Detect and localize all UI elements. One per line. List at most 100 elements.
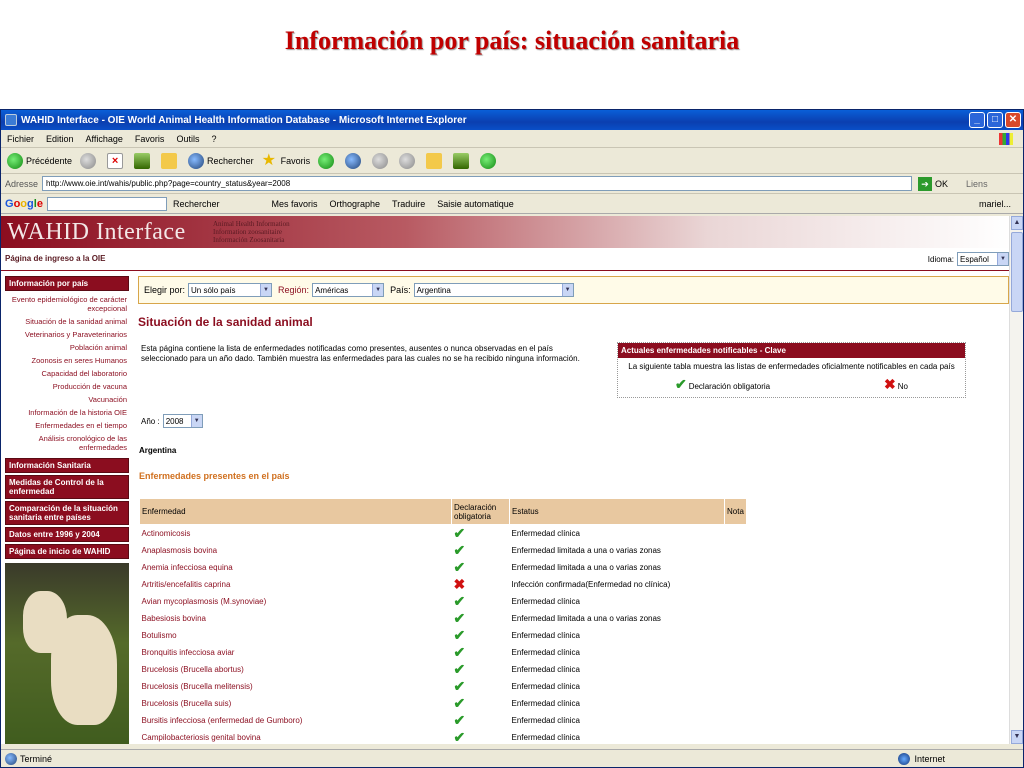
status-bar: Terminé Internet: [1, 749, 1023, 767]
disease-link[interactable]: Avian mycoplasmosis (M.synoviae): [140, 593, 452, 610]
note-cell: [725, 627, 747, 644]
sidebar-item-laboratory[interactable]: Capacidad del laboratorio: [5, 367, 129, 380]
go-label: OK: [935, 178, 949, 189]
minimize-button[interactable]: _: [969, 112, 985, 128]
translate-button[interactable]: Traduire: [392, 199, 425, 209]
menu-fichier[interactable]: Fichier: [7, 134, 34, 144]
country-select[interactable]: Argentina ▼: [413, 283, 574, 297]
print-button[interactable]: [372, 152, 391, 169]
region-select[interactable]: Américas ▼: [312, 283, 385, 297]
sidebar-section-wahid-home[interactable]: Página de inicio de WAHID: [5, 544, 129, 559]
disease-link[interactable]: Botulismo: [140, 627, 452, 644]
menu-edition[interactable]: Edition: [46, 134, 74, 144]
menu-favoris[interactable]: Favoris: [135, 134, 165, 144]
menu-outils[interactable]: Outils: [176, 134, 199, 144]
year-select[interactable]: 2008 ▼: [162, 414, 203, 428]
sidebar-item-population[interactable]: Población animal: [5, 341, 129, 354]
sidebar-item-veterinarians[interactable]: Veterinarios y Paraveterinarios: [5, 328, 129, 341]
close-button[interactable]: ✕: [1005, 112, 1021, 128]
links-button[interactable]: Liens: [966, 179, 988, 189]
sidebar-section-comparison[interactable]: Comparación de la situación sanitaria en…: [5, 501, 129, 525]
spellcheck-button[interactable]: Orthographe: [330, 199, 381, 209]
sidebar-section-health-info[interactable]: Información Sanitaria: [5, 458, 129, 473]
language-select[interactable]: Español ▼: [957, 252, 1009, 266]
key-yes: ✔ Declaración obligatoria: [675, 376, 770, 393]
scroll-down-icon[interactable]: ▼: [1011, 730, 1023, 744]
maximize-button[interactable]: □: [987, 112, 1003, 128]
menu-help[interactable]: ?: [211, 134, 216, 144]
research-button[interactable]: [453, 152, 472, 169]
cross-icon: ✖: [453, 576, 466, 592]
note-cell: [725, 695, 747, 712]
research-icon: [453, 152, 470, 169]
google-search-button[interactable]: Rechercher: [173, 199, 220, 209]
mandatory-cell: ✔: [452, 644, 510, 661]
disease-link[interactable]: Artritis/encefalitis caprina: [140, 576, 452, 593]
disease-link[interactable]: Bronquitis infecciosa aviar: [140, 644, 452, 661]
banner-sub-en: Animal Health Information: [213, 220, 290, 228]
sidebar-item-health-situation[interactable]: Situación de la sanidad animal: [5, 315, 129, 328]
mandatory-cell: ✔: [452, 729, 510, 744]
table-row: Babesiosis bovina ✔ Enfermedad limitada a …: [140, 610, 747, 627]
favorites-button[interactable]: ★ Favoris: [262, 152, 311, 169]
disease-link[interactable]: Brucelosis (Brucella abortus): [140, 661, 452, 678]
ie-icon: [5, 114, 17, 126]
note-cell: [725, 576, 747, 593]
title-bar[interactable]: WAHID Interface - OIE World Animal Healt…: [1, 110, 1023, 130]
google-search-input[interactable]: [46, 196, 167, 211]
folder-icon: [426, 152, 443, 169]
address-input[interactable]: http://www.oie.int/wahis/public.php?page…: [42, 176, 913, 191]
mail-button[interactable]: [345, 152, 364, 169]
toolbar: Précédente × Rechercher ★ Favoris: [1, 148, 1023, 174]
go-button[interactable]: ➔ OK: [918, 176, 949, 191]
sidebar-item-vaccine-production[interactable]: Producción de vacuna: [5, 380, 129, 393]
stop-button[interactable]: ×: [107, 152, 126, 169]
status-cell: Enfermedad limitada a una o varias zonas: [511, 563, 661, 572]
check-icon: ✔: [453, 542, 466, 558]
sidebar-item-diseases-time[interactable]: Enfermedades en el tiempo: [5, 419, 129, 432]
edit-button[interactable]: [399, 152, 418, 169]
window-title: WAHID Interface - OIE World Animal Healt…: [21, 114, 467, 126]
home-button[interactable]: [161, 152, 180, 169]
refresh-button[interactable]: [134, 152, 153, 169]
disease-link[interactable]: Bursitis infecciosa (enfermedad de Gumbo…: [140, 712, 452, 729]
back-button[interactable]: Précédente: [7, 152, 72, 169]
check-icon: ✔: [453, 559, 466, 575]
user-account[interactable]: mariel...: [979, 199, 1011, 209]
status-cell: Enfermedad clínica: [511, 716, 580, 725]
vertical-scrollbar[interactable]: ▲ ▼: [1009, 216, 1023, 744]
scroll-thumb[interactable]: [1011, 232, 1023, 312]
choose-select[interactable]: Un sólo país ▼: [188, 283, 273, 297]
sidebar-item-zoonosis[interactable]: Zoonosis en seres Humanos: [5, 354, 129, 367]
autofill-button[interactable]: Saisie automatique: [437, 199, 514, 209]
search-button[interactable]: Rechercher: [188, 152, 254, 169]
sidebar-section-control[interactable]: Medidas de Control de la enfermedad: [5, 475, 129, 499]
google-favorites-button[interactable]: Mes favoris: [271, 199, 317, 209]
print-icon: [372, 152, 389, 169]
disease-link[interactable]: Actinomicosis: [140, 525, 452, 543]
history-icon: [318, 152, 335, 169]
chevron-down-icon: ▼: [260, 284, 272, 296]
disease-link[interactable]: Brucelosis (Brucella suis): [140, 695, 452, 712]
history-button[interactable]: [318, 152, 337, 169]
sidebar-item-history[interactable]: Información de la historia OIE: [5, 406, 129, 419]
year-value: 2008: [165, 416, 184, 426]
disease-link[interactable]: Anaplasmosis bovina: [140, 542, 452, 559]
oie-home-link[interactable]: Página de ingreso a la OIE: [5, 254, 105, 263]
disease-link[interactable]: Brucelosis (Brucella melitensis): [140, 678, 452, 695]
sidebar-section-country[interactable]: Información por país: [5, 276, 129, 291]
sidebar-section-data-1996[interactable]: Datos entre 1996 y 2004: [5, 527, 129, 542]
sidebar-item-chronological[interactable]: Análisis cronológico de las enfermedades: [5, 432, 129, 454]
sidebar-item-vaccination[interactable]: Vacunación: [5, 393, 129, 406]
sidebar-item-exceptional-event[interactable]: Evento epidemiológico de carácter excepc…: [5, 293, 129, 315]
folder-button[interactable]: [426, 152, 445, 169]
menu-affichage[interactable]: Affichage: [86, 134, 123, 144]
page-intro: Esta página contiene la lista de enferme…: [141, 344, 580, 363]
forward-button[interactable]: [80, 152, 99, 169]
scroll-up-icon[interactable]: ▲: [1011, 216, 1023, 230]
disease-link[interactable]: Anemia infecciosa equina: [140, 559, 452, 576]
messenger-button[interactable]: [480, 152, 499, 169]
status-cell: Enfermedad clínica: [511, 631, 580, 640]
disease-link[interactable]: Babesiosis bovina: [140, 610, 452, 627]
disease-link[interactable]: Campilobacteriosis genital bovina: [140, 729, 452, 744]
